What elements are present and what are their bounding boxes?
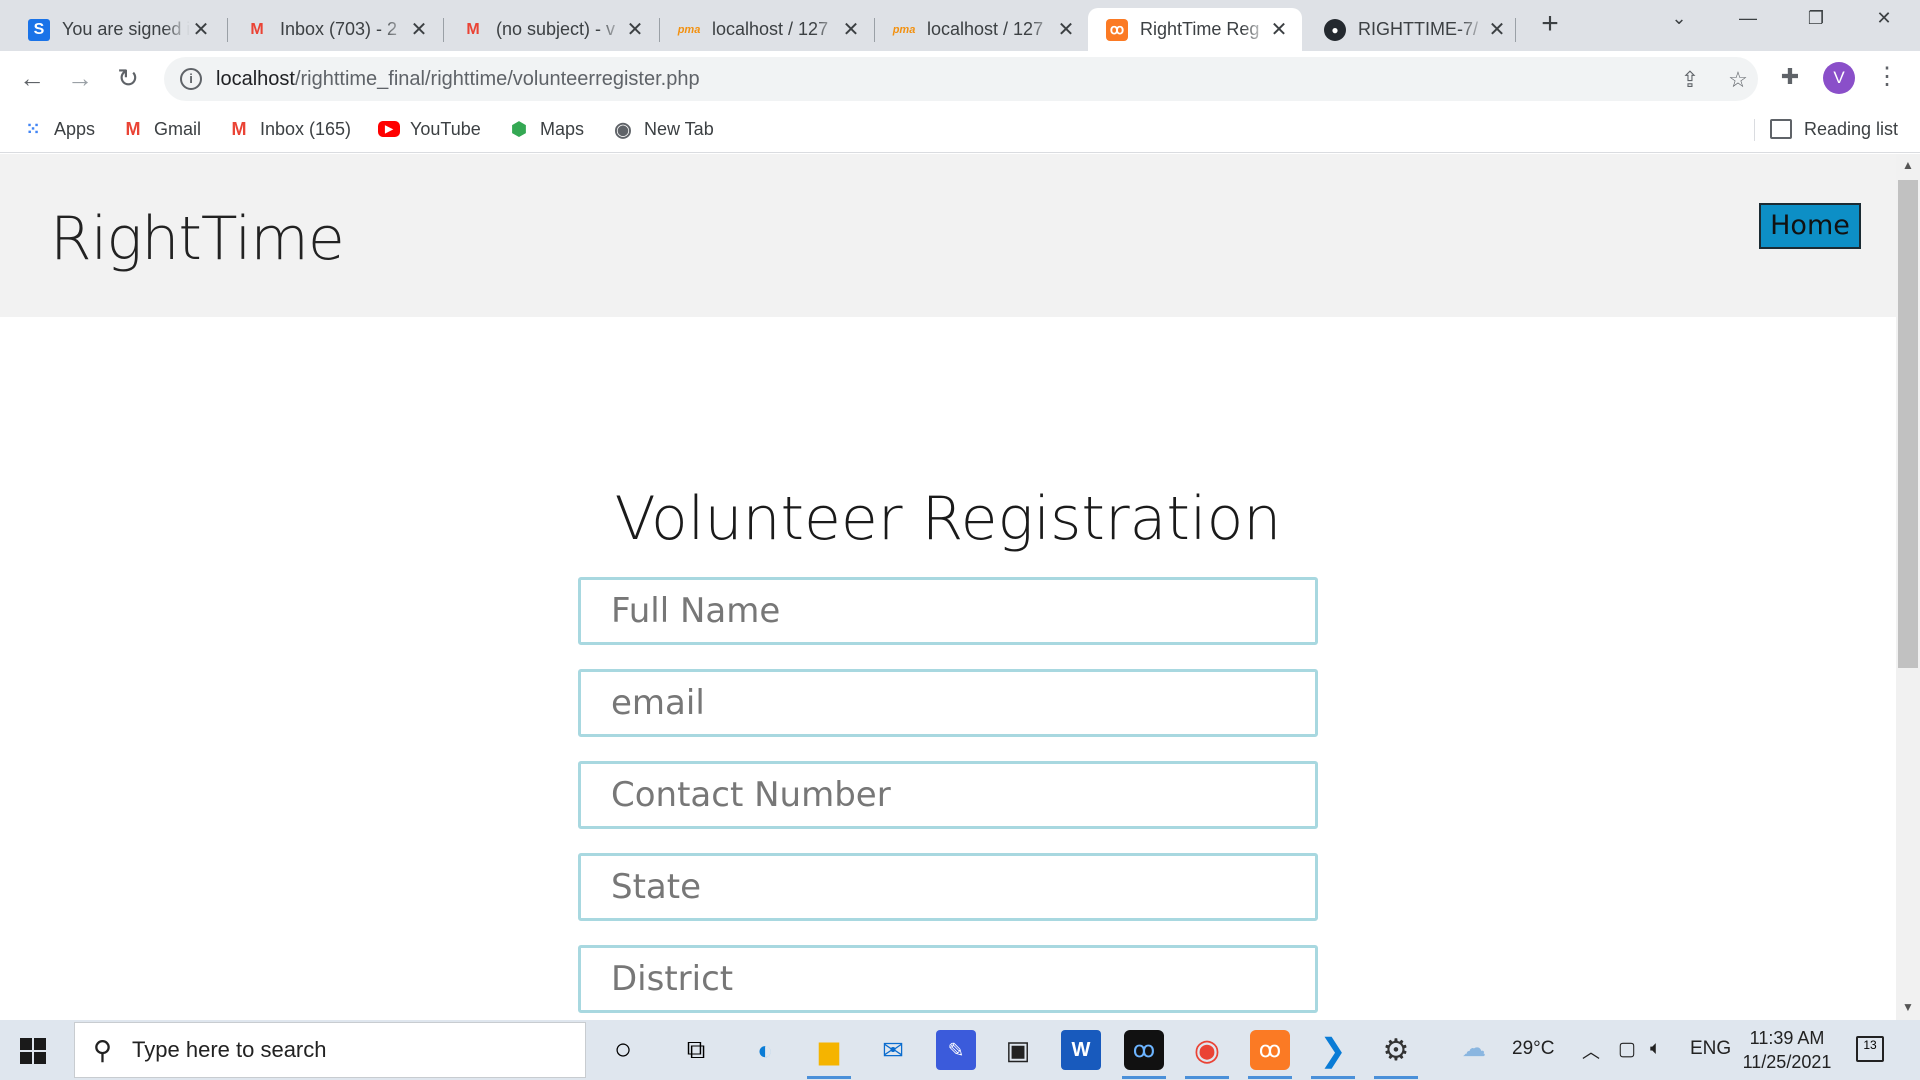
close-icon[interactable]: ✕: [1486, 17, 1508, 42]
site-brand[interactable]: RightTime: [50, 204, 345, 274]
tab-title: localhost / 127: [927, 19, 1044, 39]
windows-start-icon[interactable]: [20, 1038, 46, 1064]
weather-cloud-icon[interactable]: ☁: [1462, 1034, 1486, 1063]
tab-title: localhost / 127: [712, 19, 829, 39]
reading-list-icon: [1770, 119, 1792, 139]
task-view-icon[interactable]: ⧉: [676, 1030, 716, 1070]
tab-no-subject[interactable]: M (no subject) - v ✕: [444, 8, 658, 51]
email-input[interactable]: [578, 669, 1318, 737]
xampp-icon: ꝏ: [1106, 18, 1128, 41]
settings-gear-icon[interactable]: ⚙: [1376, 1030, 1416, 1070]
bookmark-maps[interactable]: ⬢ Maps: [508, 113, 584, 145]
full-name-input[interactable]: [578, 577, 1318, 645]
xampp-icon[interactable]: ꝏ: [1250, 1030, 1290, 1070]
tab-title: (no subject) - v: [496, 19, 616, 39]
state-input[interactable]: [578, 853, 1318, 921]
gmail-icon: M: [466, 20, 480, 38]
new-tab-button[interactable]: +: [1535, 9, 1565, 40]
windows-taskbar: ⚲ Type here to search ○ ⧉ ◐ ▆ ✉ ✎ ▣ W ꝏ …: [0, 1020, 1920, 1080]
weather-temp[interactable]: 29°C: [1512, 1038, 1554, 1060]
close-icon[interactable]: ✕: [624, 17, 646, 42]
close-icon[interactable]: ✕: [408, 17, 430, 42]
tab-title: RIGHTTIME-7/: [1358, 19, 1478, 39]
notification-center-icon[interactable]: 13: [1856, 1036, 1884, 1062]
reading-list-button[interactable]: Reading list: [1770, 113, 1898, 145]
cortana-icon[interactable]: ○: [603, 1030, 643, 1070]
tab-righttime-register[interactable]: ꝏ RightTime Reg ✕: [1088, 8, 1302, 51]
bookmark-gmail[interactable]: M Gmail: [122, 113, 202, 145]
close-window-button[interactable]: ✕: [1864, 8, 1904, 38]
apps-grid-icon: ⁙: [25, 118, 41, 139]
bookmark-star-icon[interactable]: ☆: [1724, 67, 1752, 95]
chrome-icon[interactable]: ◉: [1187, 1030, 1227, 1070]
forward-button[interactable]: →: [62, 61, 98, 97]
pen-app-icon[interactable]: ✎: [936, 1030, 976, 1070]
vscode-icon[interactable]: ❯: [1313, 1030, 1353, 1070]
close-icon[interactable]: ✕: [1268, 17, 1290, 42]
tab-inbox[interactable]: M Inbox (703) - 2 ✕: [228, 8, 442, 51]
tab-search-icon[interactable]: ⌄: [1659, 8, 1699, 38]
back-button[interactable]: ←: [14, 61, 50, 97]
reload-button[interactable]: ↻: [110, 61, 146, 97]
globe-icon: ◉: [614, 118, 632, 141]
bookmark-inbox[interactable]: M Inbox (165): [228, 113, 352, 145]
address-bar[interactable]: i localhost/righttime_final/righttime/vo…: [164, 57, 1758, 101]
taskbar-search[interactable]: ⚲ Type here to search: [74, 1022, 586, 1078]
browser-toolbar: ← → ↻ i localhost/righttime_final/rightt…: [0, 51, 1920, 105]
tab-title: You are signed in: [62, 19, 190, 39]
tab-phpmyadmin-2[interactable]: pma localhost / 127 ✕: [875, 8, 1089, 51]
search-icon: ⚲: [93, 1034, 113, 1065]
close-icon[interactable]: ✕: [1055, 17, 1077, 42]
scroll-up-icon[interactable]: ▲: [1896, 158, 1920, 178]
store-icon[interactable]: ▣: [998, 1030, 1038, 1070]
youtube-icon: ▶: [378, 121, 400, 137]
profile-avatar[interactable]: V: [1823, 62, 1855, 94]
share-icon[interactable]: ⇪: [1676, 67, 1704, 95]
site-info-icon[interactable]: i: [180, 68, 202, 90]
gmail-icon: M: [250, 20, 264, 38]
tab-phpmyadmin-1[interactable]: pma localhost / 127 ✕: [660, 8, 874, 51]
tab-github[interactable]: ● RIGHTTIME-7/ ✕: [1306, 8, 1520, 51]
device-icon[interactable]: ▢: [1618, 1038, 1636, 1061]
more-menu-icon[interactable]: ⋮: [1875, 64, 1899, 92]
tab-favicon-icon: S: [28, 18, 50, 41]
close-icon[interactable]: ✕: [840, 17, 862, 42]
file-explorer-icon[interactable]: ▆: [809, 1030, 849, 1070]
close-icon[interactable]: ✕: [190, 17, 212, 42]
tab-signed-in[interactable]: S You are signed in ✕: [10, 8, 224, 51]
page-viewport: RightTime Home Volunteer Registration ▲ …: [0, 154, 1920, 1020]
word-icon[interactable]: W: [1061, 1030, 1101, 1070]
site-header: RightTime Home: [0, 154, 1896, 317]
phpmyadmin-icon: pma: [677, 23, 701, 36]
gmail-icon: M: [231, 118, 247, 139]
mail-icon[interactable]: ✉: [873, 1030, 913, 1070]
extensions-icon[interactable]: ✚: [1776, 64, 1804, 92]
maps-icon: ⬢: [511, 118, 527, 139]
contact-number-input[interactable]: [578, 761, 1318, 829]
scrollbar-thumb[interactable]: [1898, 180, 1918, 668]
tab-title: Inbox (703) - 2: [280, 19, 398, 39]
taskbar-clock[interactable]: 11:39 AM 11/25/2021: [1732, 1026, 1842, 1074]
home-button[interactable]: Home: [1759, 203, 1861, 249]
bookmark-new-tab[interactable]: ◉ New Tab: [612, 113, 713, 145]
bookmark-youtube[interactable]: ▶ YouTube: [378, 113, 481, 145]
phpmyadmin-icon: pma: [892, 23, 916, 36]
tab-title: RightTime Reg: [1140, 19, 1260, 39]
webex-icon[interactable]: ꝏ: [1124, 1030, 1164, 1070]
volume-icon[interactable]: 🔈︎: [1650, 1038, 1661, 1060]
page-title: Volunteer Registration: [614, 484, 1282, 554]
scroll-down-icon[interactable]: ▼: [1896, 1000, 1920, 1020]
restore-button[interactable]: ❐: [1796, 8, 1836, 38]
bookmarks-bar: ⁙ Apps M Gmail M Inbox (165) ▶ YouTube ⬢…: [0, 105, 1920, 153]
edge-icon[interactable]: ◐: [745, 1030, 785, 1070]
language-indicator[interactable]: ENG: [1690, 1038, 1731, 1060]
tray-chevron-icon[interactable]: ︿: [1582, 1038, 1600, 1064]
bookmark-apps[interactable]: ⁙ Apps: [22, 113, 95, 145]
url-text: localhost/righttime_final/righttime/volu…: [216, 67, 700, 90]
gmail-icon: M: [125, 118, 141, 139]
minimize-button[interactable]: —: [1728, 8, 1768, 38]
tab-strip: S You are signed in ✕ M Inbox (703) - 2 …: [0, 0, 1920, 51]
district-input[interactable]: [578, 945, 1318, 1013]
github-icon: ●: [1324, 18, 1346, 41]
